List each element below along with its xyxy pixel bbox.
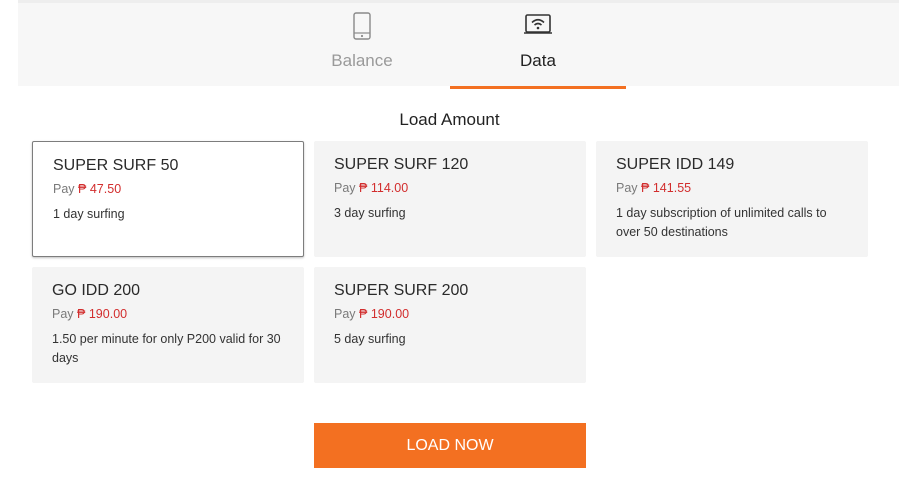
offer-price: Pay ₱ 190.00 bbox=[52, 307, 128, 321]
tab-balance-label: Balance bbox=[331, 51, 393, 70]
offer-card-super-idd-149[interactable]: SUPER IDD 149 Pay ₱ 141.55 1 day subscri… bbox=[596, 141, 868, 257]
offer-card-super-surf-50[interactable]: SUPER SURF 50 Pay ₱ 47.50 1 day surfing bbox=[32, 141, 304, 257]
offer-price: Pay ₱ 190.00 bbox=[334, 307, 410, 321]
offer-name: SUPER SURF 50 bbox=[53, 157, 179, 174]
offer-description: 5 day surfing bbox=[334, 332, 406, 346]
offer-price: Pay ₱ 47.50 bbox=[53, 182, 122, 196]
load-now-button[interactable]: LOAD NOW bbox=[314, 423, 586, 468]
offer-description: 1 day subscription of unlimited calls to… bbox=[616, 206, 827, 239]
offer-name: GO IDD 200 bbox=[52, 282, 141, 299]
offer-card-super-surf-120[interactable]: SUPER SURF 120 Pay ₱ 114.00 3 day surfin… bbox=[314, 141, 586, 257]
offer-name: SUPER IDD 149 bbox=[616, 156, 735, 173]
offer-description: 3 day surfing bbox=[334, 206, 406, 220]
tab-bar: Balance Data bbox=[18, 0, 899, 89]
tab-data[interactable]: Data bbox=[450, 3, 626, 89]
offer-card-super-surf-200[interactable]: SUPER SURF 200 Pay ₱ 190.00 5 day surfin… bbox=[314, 267, 586, 383]
tab-data-label: Data bbox=[520, 51, 556, 70]
offer-name: SUPER SURF 120 bbox=[334, 156, 469, 173]
offer-price: Pay ₱ 141.55 bbox=[616, 181, 692, 195]
offer-name: SUPER SURF 200 bbox=[334, 282, 469, 299]
offer-description: 1 day surfing bbox=[53, 207, 125, 221]
section-title: Load Amount bbox=[399, 110, 500, 129]
tab-balance[interactable]: Balance bbox=[274, 3, 450, 86]
wifi-device-icon bbox=[524, 12, 552, 41]
mobile-phone-icon bbox=[353, 12, 371, 45]
offer-card-go-idd-200[interactable]: GO IDD 200 Pay ₱ 190.00 1.50 per minute … bbox=[32, 267, 304, 383]
offer-description: 1.50 per minute for only P200 valid for … bbox=[52, 332, 281, 365]
offer-price: Pay ₱ 114.00 bbox=[334, 181, 409, 195]
